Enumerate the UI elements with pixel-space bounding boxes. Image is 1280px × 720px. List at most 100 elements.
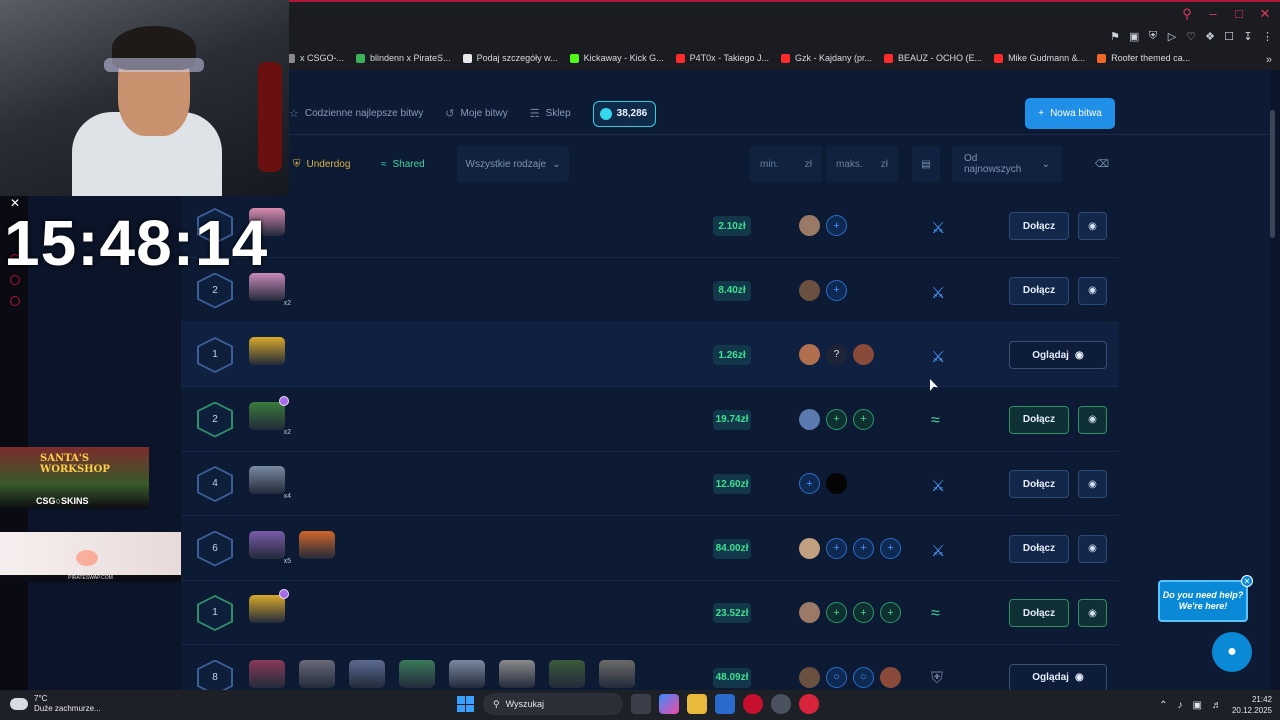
avatar[interactable] [799, 344, 820, 365]
opera-icon[interactable] [743, 694, 763, 714]
handshake-icon: ≈ [381, 158, 387, 170]
copilot-icon[interactable] [659, 694, 679, 714]
search-icon[interactable]: ⚲ [1180, 6, 1194, 22]
windows-start-icon[interactable] [455, 694, 475, 714]
eye-icon[interactable]: ◉ [1078, 276, 1107, 305]
network-icon[interactable]: ▣ [1193, 700, 1202, 711]
weather-desc: Duże zachmurze... [34, 704, 101, 713]
join-slot-button[interactable]: + [826, 279, 847, 301]
taskbar-search[interactable]: ⚲ Wyszukaj [483, 693, 623, 715]
shield-icon[interactable]: ⛨ [1148, 30, 1158, 43]
eye-icon[interactable]: ◉ [1078, 470, 1107, 498]
maximize-icon[interactable]: □ [1232, 6, 1246, 22]
bookmark-item[interactable]: P4T0x - Takiego J... [675, 53, 769, 63]
store-icon[interactable] [715, 694, 735, 714]
join-slot-button[interactable]: + [826, 537, 847, 559]
media-player-icon[interactable] [799, 694, 819, 714]
avatar[interactable] [799, 279, 820, 301]
avatar[interactable] [799, 408, 820, 430]
join-slot-button[interactable]: + [880, 537, 901, 559]
task-view-icon[interactable] [631, 694, 651, 714]
join-slot-button[interactable]: + [826, 408, 847, 430]
scrollbar[interactable] [1270, 110, 1275, 238]
watch-button[interactable]: Oglądaj ◉ [1009, 341, 1107, 369]
battle-row: 1 2.10zł + ⚔ Dołącz ◉ [181, 194, 1118, 258]
minimize-icon[interactable]: – [1206, 6, 1220, 22]
weather-widget[interactable]: 7°C Duże zachmurze... [10, 694, 101, 714]
screenshot-icon[interactable]: ▣ [1129, 30, 1139, 43]
eye-icon[interactable]: ◉ [1078, 599, 1107, 627]
battle-price: 48.09zł [713, 667, 751, 688]
close-icon[interactable]: ✕ [1258, 6, 1272, 22]
help-chat-bubble[interactable]: Do you need help? We're here! [1158, 580, 1248, 622]
crossed-swords-icon: ⚔ [931, 284, 946, 302]
download-icon[interactable]: ↧ [1243, 30, 1253, 43]
promo-banner-pirateswap[interactable]: PIRATESWAP.COM [0, 532, 181, 582]
bookmark-item[interactable]: Gzk - Kajdany (pr... [781, 53, 872, 63]
bag-icon[interactable]: ☐ [1224, 30, 1234, 43]
nav-my-battles[interactable]: ↺ Moje bitwy [445, 107, 507, 120]
join-button[interactable]: Dołącz [1009, 212, 1069, 240]
clear-filters-button[interactable]: ⌫ [1090, 146, 1114, 182]
join-slot-button[interactable]: + [880, 602, 901, 623]
join-button[interactable]: Dołącz [1009, 276, 1069, 305]
puzzle-icon[interactable]: ❖ [1205, 30, 1215, 43]
sort-select[interactable]: Od najnowszych ⌄ [952, 146, 1062, 182]
bookmark-item[interactable]: blindenn x PirateS... [356, 53, 451, 63]
app-icon[interactable] [771, 694, 791, 714]
promo-banner-csgoskins[interactable]: SANTA'S WORKSHOP CSG○SKINS [0, 447, 149, 509]
battle-type-select[interactable]: Wszystkie rodzaje ⌄ [457, 146, 569, 182]
chevron-up-icon[interactable]: ⌃ [1159, 700, 1167, 711]
chat-icon[interactable]: ● [1212, 632, 1252, 672]
join-slot-button[interactable]: + [826, 602, 847, 623]
calendar-button[interactable]: ▤ [912, 146, 940, 182]
join-button[interactable]: Dołącz [1009, 405, 1069, 434]
bookmark-item[interactable]: BEAUZ - OCHO (E... [884, 53, 982, 63]
join-slot-button[interactable]: + [799, 473, 820, 494]
bookmark-item[interactable]: Kickaway - Kick G... [569, 53, 664, 63]
close-icon[interactable]: ✕ [1241, 575, 1253, 587]
taskbar-clock[interactable]: 21:42 20.12.2025 [1232, 694, 1272, 716]
join-slot-button[interactable]: + [853, 408, 874, 430]
balance-badge[interactable]: 38,286 [592, 100, 657, 127]
filter-shared[interactable]: ≈ Shared [381, 146, 425, 182]
avatar[interactable] [799, 666, 820, 688]
watch-button[interactable]: Oglądaj ◉ [1009, 663, 1107, 692]
case-list [249, 589, 289, 623]
join-button[interactable]: Dołącz [1009, 470, 1069, 498]
join-button[interactable]: Dołącz [1009, 534, 1069, 563]
avatar[interactable] [853, 344, 874, 365]
join-slot-button[interactable]: + [853, 602, 874, 623]
join-button[interactable]: Dołącz [1009, 599, 1069, 627]
heart-icon[interactable]: ♡ [1186, 30, 1196, 43]
nav-shop[interactable]: ☴ Sklep [530, 107, 571, 120]
microphone-icon[interactable]: ♪ [1178, 700, 1183, 711]
join-slot-button[interactable]: + [853, 537, 874, 559]
avatar[interactable] [799, 602, 820, 623]
eye-icon: ◉ [1074, 672, 1084, 683]
filter-underdog[interactable]: ⛨ Underdog [293, 146, 350, 182]
volume-icon[interactable]: ♬ [1212, 700, 1222, 711]
min-price-input[interactable]: min. zł [750, 146, 822, 182]
bookmark-item[interactable]: x CSGO-... [286, 53, 344, 63]
play-icon[interactable]: ▷ [1167, 30, 1177, 43]
system-tray: ⌃ ♪ ▣ ♬ 21:42 20.12.2025 [1159, 694, 1272, 716]
eye-icon[interactable]: ◉ [1078, 405, 1107, 434]
join-slot-button[interactable]: + [826, 215, 847, 236]
max-price-input[interactable]: maks. zł [826, 146, 898, 182]
menu-icon[interactable]: ⋮ [1262, 30, 1273, 43]
bookmark-item[interactable]: Podaj szczegóły w... [462, 53, 558, 63]
player-slots: + [799, 473, 847, 494]
eye-icon[interactable]: ◉ [1078, 534, 1107, 563]
bookmark-item[interactable]: Mike Gudmann &... [994, 53, 1085, 63]
nav-daily-battles[interactable]: ☆ Codzienne najlepsze bitwy [289, 107, 423, 120]
bookmark-item[interactable]: Roofer themed ca... [1097, 53, 1190, 63]
pin-icon[interactable]: ⚑ [1110, 30, 1120, 43]
chevron-right-icon[interactable]: » [1266, 54, 1272, 66]
avatar[interactable] [799, 537, 820, 559]
eye-icon[interactable]: ◉ [1078, 212, 1107, 240]
new-battle-button[interactable]: + Nowa bitwa [1025, 98, 1115, 129]
avatar[interactable] [799, 215, 820, 236]
folder-icon[interactable] [687, 694, 707, 714]
avatar[interactable] [880, 666, 901, 688]
